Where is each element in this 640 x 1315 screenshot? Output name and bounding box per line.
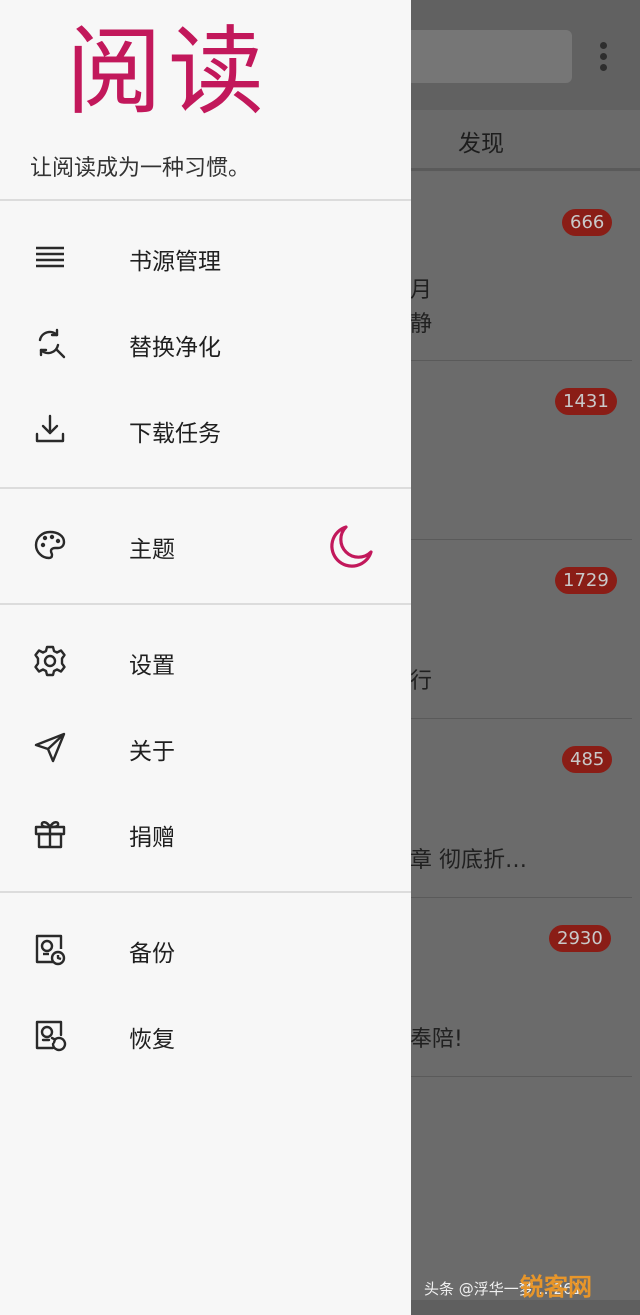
menu-item-label: 备份: [129, 941, 175, 967]
divider: [0, 603, 411, 605]
app-slogan: 让阅读成为一种习惯。: [30, 156, 251, 181]
gear-icon: [33, 644, 67, 678]
send-icon: [33, 730, 67, 764]
palette-icon: [33, 528, 67, 562]
list-item: 2930 奉陪!: [410, 897, 632, 1077]
navigation-drawer: 阅读 让阅读成为一种习惯。 书源管理 替换净化 下载任务 主题 设置 关于 捐赠…: [0, 0, 411, 1315]
restore-icon: [33, 1018, 67, 1052]
download-icon: [33, 412, 67, 446]
find-replace-icon: [33, 326, 67, 360]
menu-item-settings[interactable]: 设置: [0, 620, 411, 706]
list-item: 485 章 彻底折…: [410, 718, 632, 898]
menu-item-book-source[interactable]: 书源管理: [0, 216, 411, 302]
menu-item-donate[interactable]: 捐赠: [0, 792, 411, 878]
divider: [0, 487, 411, 489]
divider: [0, 199, 411, 201]
list-item-text: 章 彻底折…: [410, 848, 527, 873]
unread-count-badge: 2930: [549, 925, 611, 952]
list-item: 1431: [410, 360, 632, 540]
menu-item-label: 设置: [129, 653, 175, 679]
app-title: 阅读: [66, 16, 270, 128]
menu-item-download-tasks[interactable]: 下载任务: [0, 388, 411, 474]
menu-item-replace-purify[interactable]: 替换净化: [0, 302, 411, 388]
unread-count-badge: 1729: [555, 567, 617, 594]
list-icon: [33, 240, 67, 274]
menu-item-label: 书源管理: [129, 249, 221, 275]
menu-item-backup[interactable]: 备份: [0, 908, 411, 994]
moon-icon: [330, 525, 373, 568]
menu-item-label: 替换净化: [129, 335, 221, 361]
background-search-box: [395, 30, 572, 83]
list-item-text: 静: [410, 312, 433, 337]
divider: [0, 891, 411, 893]
menu-item-about[interactable]: 关于: [0, 706, 411, 792]
unread-count-badge: 666: [562, 209, 613, 236]
list-item: 1729 行: [410, 539, 632, 719]
backup-icon: [33, 932, 67, 966]
menu-item-restore[interactable]: 恢复: [0, 994, 411, 1080]
list-item-text: 月: [410, 278, 433, 303]
tab-underline: [410, 168, 640, 171]
unread-count-badge: 1431: [555, 388, 617, 415]
list-item: 666 月 静: [410, 172, 632, 361]
gift-icon: [33, 816, 67, 850]
menu-item-label: 恢复: [129, 1027, 175, 1053]
list-item-text: 行: [410, 669, 433, 694]
menu-item-label: 捐赠: [129, 825, 175, 851]
menu-item-label: 主题: [129, 537, 175, 563]
menu-item-label: 下载任务: [129, 421, 221, 447]
menu-item-label: 关于: [129, 739, 175, 765]
night-mode-toggle[interactable]: [326, 522, 376, 572]
tab-discover: 发现: [458, 131, 504, 157]
watermark-logo: 锐客网: [520, 1273, 592, 1301]
unread-count-badge: 485: [562, 746, 613, 773]
list-item-text: 奉陪!: [410, 1027, 463, 1052]
more-options-icon: [598, 42, 610, 72]
